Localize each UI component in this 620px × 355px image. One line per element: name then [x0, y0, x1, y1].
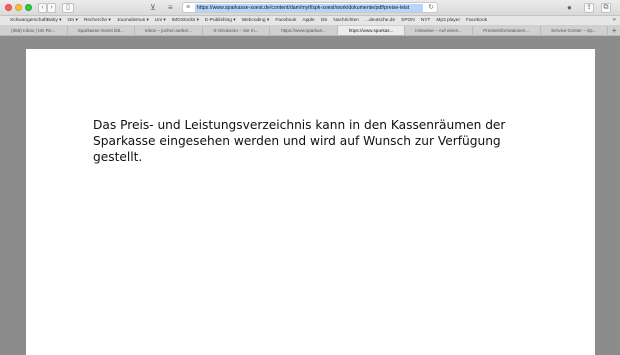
tabs-overview-icon: ⧉ [603, 4, 609, 11]
tabs-overview-button[interactable]: ⧉ [601, 3, 611, 13]
browser-tab[interactable]: Sparkasse-Soest bitt... [68, 26, 136, 35]
address-bar[interactable]: ≡ https://www.sparkasse-soest.de/content… [182, 2, 438, 13]
shopping-cart-icon[interactable]: ⊻ [150, 2, 156, 14]
forward-button[interactable]: › [47, 3, 56, 13]
browser-toolbar: ‹ › ▯ ⊻ ≡ ≡ https://www.sparkasse-soest.… [0, 0, 620, 16]
browser-tab[interactable]: Service-Center – Sp... [541, 26, 609, 35]
browser-tab-active[interactable]: https://www.sparkas... [337, 26, 406, 35]
browser-tab[interactable]: S-Girokonto – Sie m... [203, 26, 271, 35]
bookmark-item[interactable]: Mp3 player [436, 18, 460, 23]
url-text[interactable]: https://www.sparkasse-soest.de/content/d… [195, 4, 423, 12]
bookmark-item[interactable]: t3n ▾ [67, 18, 77, 23]
bookmark-item[interactable]: E-Publishing ▾ [205, 18, 236, 23]
new-tab-icon[interactable]: + [608, 26, 620, 35]
bookmark-item[interactable]: SchwangerschaftBaby ▾ [10, 18, 61, 23]
bookmark-item[interactable]: Recherche ▾ [84, 18, 111, 23]
bookmarks-overflow-icon[interactable]: » [613, 17, 616, 23]
bookmark-item[interactable]: Webcoding ▾ [242, 18, 270, 23]
share-stack-icon[interactable]: ≡ [168, 2, 173, 14]
bookmarks-bar: SchwangerschaftBaby ▾ t3n ▾ Recherche ▾ … [0, 16, 620, 26]
share-button[interactable]: ⇪ [584, 3, 594, 13]
share-icon: ⇪ [586, 4, 592, 11]
bookmark-item[interactable]: Journalismus ▾ [117, 18, 149, 23]
reload-icon[interactable]: ↻ [428, 4, 434, 12]
bookmark-item[interactable]: Uni ▾ [155, 18, 166, 23]
bookmark-item[interactable]: t3n [321, 18, 328, 23]
minimize-window-button[interactable] [15, 4, 22, 11]
browser-tab[interactable]: Inbox – jochen.weber... [135, 26, 203, 35]
bookmark-item[interactable]: Nachrichten [333, 18, 359, 23]
document-paragraph: Das Preis- und Leistungsverzeichnis kann… [93, 118, 506, 164]
bookmark-item[interactable]: SPON [401, 18, 415, 23]
bookmark-item[interactable]: Apple [302, 18, 314, 23]
bookmark-item[interactable]: ...deutsche.de [365, 18, 395, 23]
bookmark-item[interactable]: Facebook [275, 18, 296, 23]
back-button[interactable]: ‹ [38, 3, 47, 13]
sidebar-button[interactable]: ▯ [62, 3, 74, 13]
browser-tab[interactable]: Presseinformationen... [473, 26, 541, 35]
bookmark-item[interactable]: Facebook [466, 18, 487, 23]
tab-bar: (368) Inbox | t3n Re... Sparkasse-Soest … [0, 26, 620, 36]
browser-tab[interactable]: Hinweise – Auf einen... [405, 26, 473, 35]
chevron-left-icon: ‹ [41, 4, 44, 11]
extension-icon[interactable]: ● [567, 2, 572, 14]
pdf-viewer[interactable]: Das Preis- und Leistungsverzeichnis kann… [0, 36, 620, 355]
chevron-right-icon: › [50, 4, 53, 11]
bookmark-item[interactable]: IMGStocks ▾ [172, 18, 199, 23]
bookmark-item[interactable]: NYT [421, 18, 431, 23]
close-window-button[interactable] [5, 4, 12, 11]
zoom-window-button[interactable] [25, 4, 32, 11]
sidebar-icon: ▯ [66, 4, 70, 11]
reader-icon[interactable]: ≡ [186, 4, 190, 12]
browser-tab[interactable]: (368) Inbox | t3n Re... [0, 26, 68, 35]
browser-tab[interactable]: https://www.sparkas... [270, 26, 338, 35]
pdf-page: Das Preis- und Leistungsverzeichnis kann… [26, 49, 595, 355]
